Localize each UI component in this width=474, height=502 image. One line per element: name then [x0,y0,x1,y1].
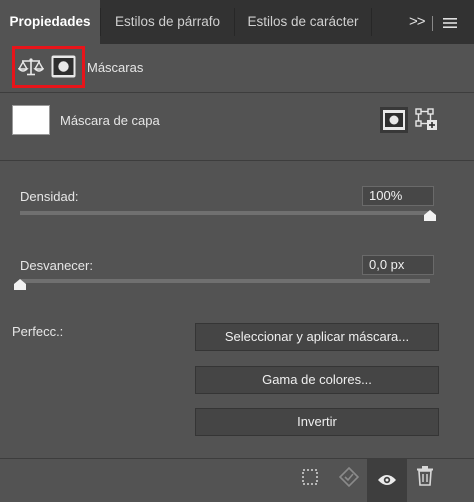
density-slider-track[interactable] [20,211,430,215]
mask-type-label: Máscara de capa [60,113,160,128]
add-vector-mask-icon[interactable] [415,108,439,135]
feather-label: Desvanecer: [20,258,93,273]
visibility-toggle[interactable] [367,459,407,502]
color-range-button[interactable]: Gama de colores... [195,366,439,394]
tab-divider [371,8,372,36]
select-and-mask-button[interactable]: Seleccionar y aplicar máscara... [195,323,439,351]
adjustment-scale-icon[interactable] [17,57,45,80]
density-slider-handle[interactable] [424,209,436,221]
density-input[interactable]: 100% [362,186,434,206]
trash-icon[interactable] [417,466,433,489]
double-chevron-right-icon[interactable]: >> [409,13,426,30]
feather-slider-track[interactable] [20,279,430,283]
refine-label: Perfecc.: [12,324,64,339]
mask-thumbnail[interactable] [12,105,50,135]
tab-paragraph-styles[interactable]: Estilos de párrafo [101,0,234,44]
divider [432,16,433,31]
tab-character-styles[interactable]: Estilos de carácter [235,0,371,44]
divider [0,160,474,161]
invert-button[interactable]: Invertir [195,408,439,436]
apply-mask-icon[interactable] [338,466,360,490]
divider [0,92,474,93]
load-selection-icon[interactable] [302,469,318,488]
feather-input[interactable]: 0,0 px [362,255,434,275]
tab-properties[interactable]: Propiedades [0,0,100,44]
feather-slider-handle[interactable] [14,278,26,290]
panel-section-title: Máscaras [87,60,144,75]
footer-toolbar [0,458,474,502]
visibility-eye-icon [378,475,396,485]
layer-mask-icon[interactable] [51,55,76,81]
tab-bar: Propiedades Estilos de párrafo Estilos d… [0,0,474,44]
density-label: Densidad: [20,189,79,204]
add-pixel-mask-icon[interactable] [380,107,408,136]
panel-menu-icon[interactable] [443,16,457,34]
